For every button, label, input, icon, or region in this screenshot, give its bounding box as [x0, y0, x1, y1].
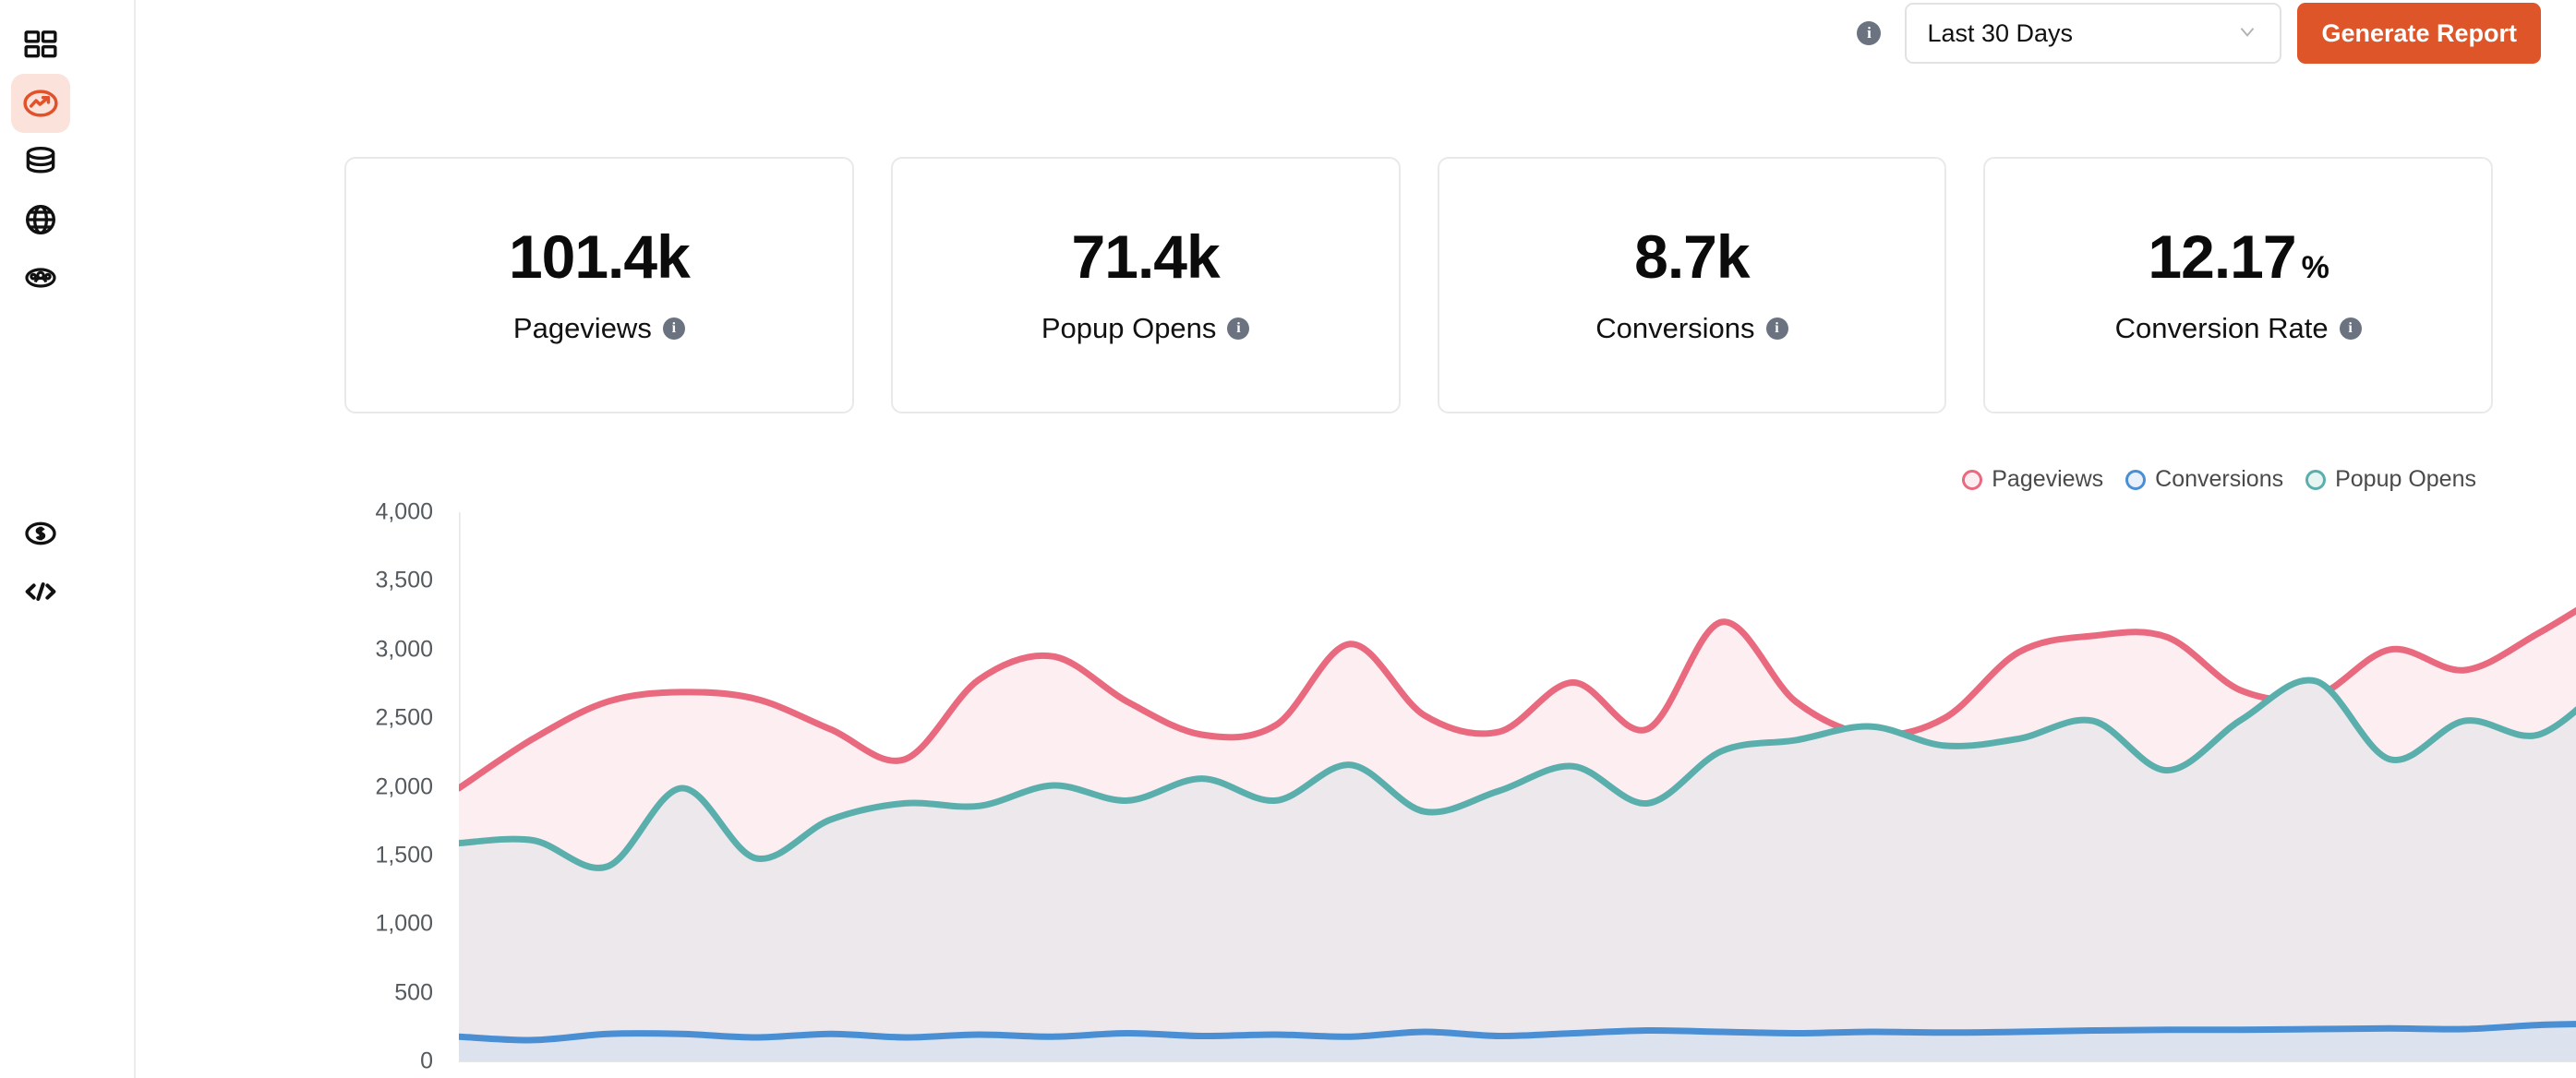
- sidebar-item-audience[interactable]: [11, 248, 70, 307]
- info-icon[interactable]: i: [2339, 317, 2362, 340]
- date-range-select[interactable]: Last 30 Days: [1905, 3, 2282, 64]
- info-icon[interactable]: i: [662, 317, 685, 340]
- kpi-card-conversions: 8.7k Conversions i: [1437, 157, 1947, 413]
- sidebar-item-sites[interactable]: [11, 190, 70, 249]
- info-icon[interactable]: i: [1857, 21, 1882, 45]
- y-axis-tick-label: 1,000: [375, 910, 433, 937]
- kpi-label: Popup Opens: [1041, 311, 1217, 344]
- kpi-value-unit: %: [2301, 249, 2329, 285]
- kpi-label-row: Conversions i: [1595, 312, 1788, 345]
- y-axis-tick-label: 2,000: [375, 773, 433, 799]
- y-axis-tick-label: 0: [420, 1048, 433, 1074]
- app-root: i Last 30 Days Generate Report 101.4k Pa…: [0, 0, 2576, 1078]
- kpi-label-row: Pageviews i: [513, 312, 685, 345]
- chevron-down-icon: [2235, 19, 2259, 48]
- kpi-label: Conversions: [1595, 311, 1755, 344]
- database-icon: [22, 143, 59, 180]
- sidebar-item-analytics[interactable]: [11, 74, 70, 133]
- chart-plot-area: [459, 489, 2576, 1078]
- analytics-area-chart[interactable]: 4,000 3,500 3,000 2,500 2,000 1,500 1,000 500 0: [344, 489, 2576, 1078]
- dashboard-icon: [22, 27, 59, 64]
- kpi-card-row: 101.4k Pageviews i 71.4k Popup Opens i 8…: [344, 157, 2493, 413]
- main-content: i Last 30 Days Generate Report 101.4k Pa…: [136, 0, 2576, 1078]
- kpi-value: 101.4k: [508, 222, 691, 291]
- kpi-value-number: 8.7k: [1634, 222, 1750, 291]
- audience-icon: [22, 259, 59, 296]
- y-axis-tick-label: 4,000: [375, 498, 433, 525]
- date-range-value: Last 30 Days: [1927, 18, 2074, 47]
- code-icon: [22, 573, 59, 610]
- chart-y-axis: 4,000 3,500 3,000 2,500 2,000 1,500 1,000 500 0: [344, 489, 446, 1078]
- info-icon[interactable]: i: [1227, 317, 1250, 340]
- kpi-label: Pageviews: [512, 311, 652, 344]
- y-axis-tick-label: 2,500: [375, 704, 433, 731]
- sidebar-item-billing[interactable]: [11, 504, 70, 563]
- toolbar: i Last 30 Days Generate Report: [1857, 0, 2541, 66]
- kpi-card-conversion-rate: 12.17 % Conversion Rate i: [1983, 157, 2493, 413]
- kpi-value-number: 101.4k: [508, 222, 691, 291]
- kpi-value-number: 12.17: [2148, 222, 2296, 291]
- y-axis-tick-label: 3,500: [375, 567, 433, 593]
- kpi-value-number: 71.4k: [1071, 222, 1221, 291]
- legend-swatch-icon: [2305, 469, 2327, 490]
- chart-svg: [459, 512, 2576, 1062]
- sidebar-item-developers[interactable]: [11, 562, 70, 621]
- kpi-card-popup-opens: 71.4k Popup Opens i: [890, 157, 1401, 413]
- kpi-value: 12.17 %: [2148, 222, 2329, 291]
- legend-swatch-icon: [1962, 469, 1983, 490]
- y-axis-tick-label: 3,000: [375, 636, 433, 663]
- kpi-label-row: Popup Opens i: [1041, 312, 1250, 345]
- billing-icon: [22, 515, 59, 552]
- analytics-icon: [20, 83, 61, 124]
- info-icon[interactable]: i: [1765, 317, 1788, 340]
- generate-report-button[interactable]: Generate Report: [2297, 3, 2541, 64]
- kpi-card-pageviews: 101.4k Pageviews i: [344, 157, 854, 413]
- kpi-value: 71.4k: [1071, 222, 1221, 291]
- y-axis-tick-label: 1,500: [375, 842, 433, 868]
- legend-swatch-icon: [2125, 469, 2147, 490]
- kpi-value: 8.7k: [1634, 222, 1750, 291]
- y-axis-tick-label: 500: [394, 979, 433, 1006]
- kpi-label: Conversion Rate: [2114, 311, 2329, 344]
- sidebar: [0, 0, 136, 1078]
- sidebar-item-dashboard[interactable]: [11, 16, 70, 75]
- kpi-label-row: Conversion Rate i: [2115, 312, 2362, 345]
- globe-icon: [22, 201, 59, 238]
- sidebar-item-data[interactable]: [11, 132, 70, 191]
